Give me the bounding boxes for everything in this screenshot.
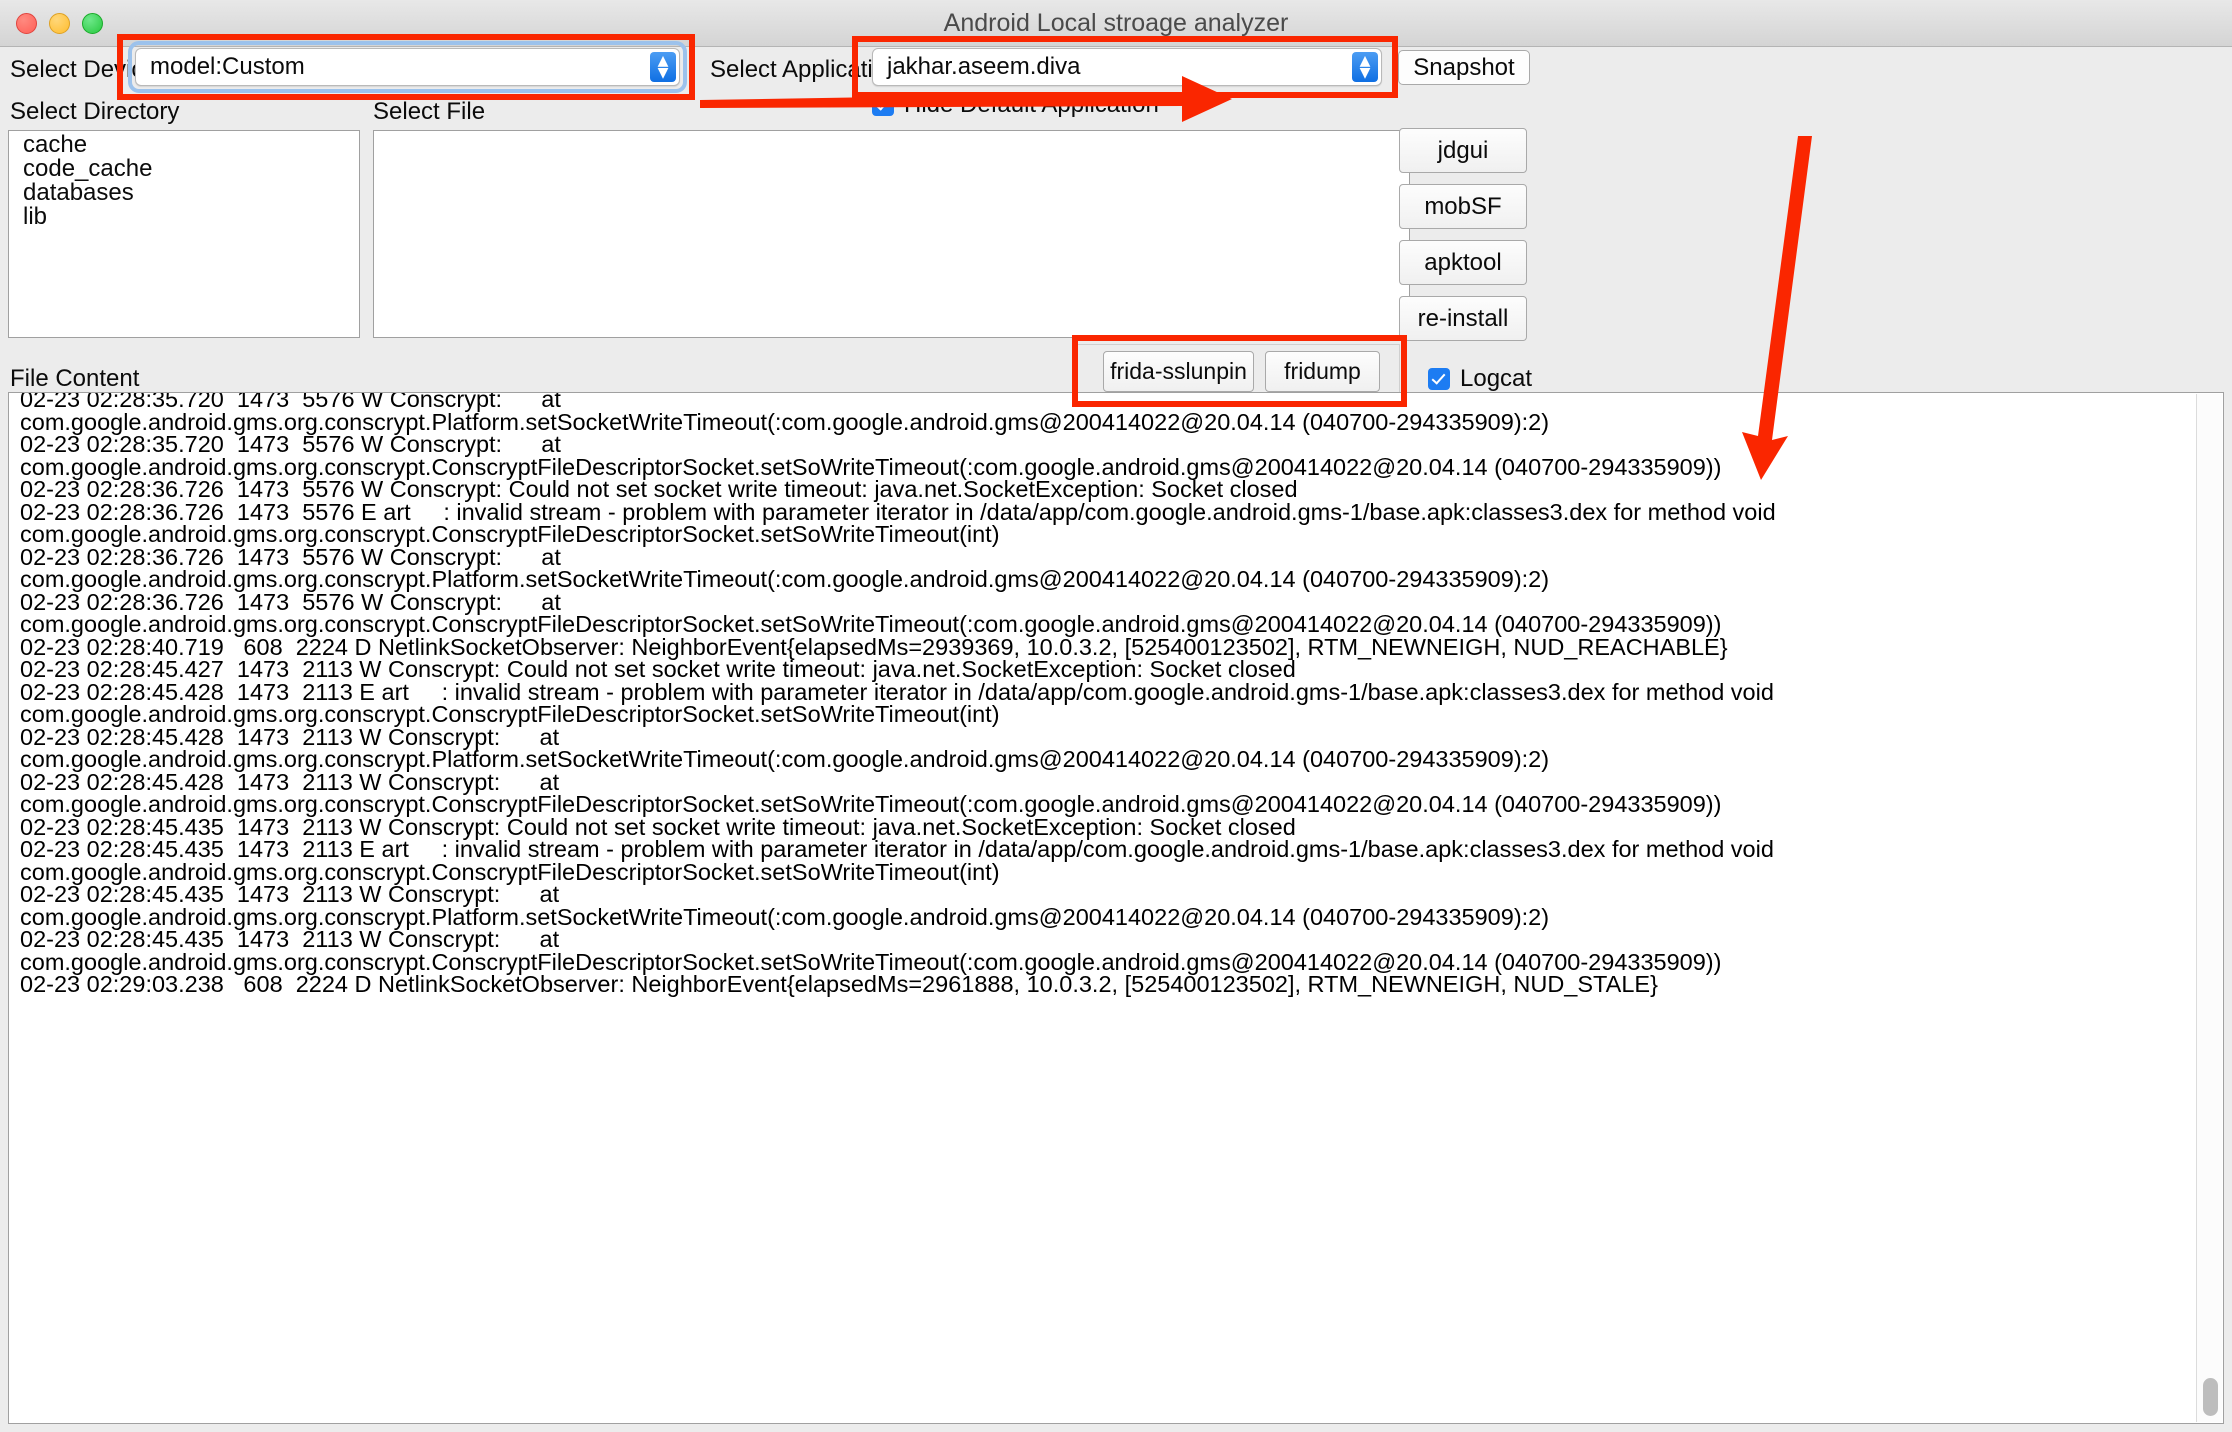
log-line: com.google.android.gms.org.conscrypt.Con… [20,791,1722,817]
application-combo-value: jakhar.aseem.diva [887,53,1081,80]
hide-default-application-checkbox[interactable]: Hide Default Application [872,91,1159,119]
window-title: Android Local stroage analyzer [943,9,1289,37]
log-line: com.google.android.gms.org.conscrypt.Pla… [20,903,1550,930]
log-line: com.google.android.gms.org.conscrypt.Pla… [20,566,1550,592]
log-line: 02-23 02:28:36.726 1473 5576 W Conscrypt… [20,476,1298,502]
log-line: 02-23 02:28:35.720 1473 5576 W Conscrypt… [20,392,561,412]
directory-list-item[interactable]: code_cache [9,157,359,181]
log-line: 02-23 02:28:45.435 1473 2113 W Conscrypt… [20,881,560,907]
device-combo-box[interactable]: model:Custom ▲ ▼ [135,48,680,86]
directory-list-item[interactable]: cache [9,133,359,157]
checkmark-icon[interactable] [1428,368,1450,390]
directory-list-rows: cache code_cache databases lib [9,131,359,229]
log-line: 02-23 02:28:36.726 1473 5576 W Conscrypt… [20,588,561,615]
log-line: 02-23 02:28:45.435 1473 2113 E art : inv… [20,836,1774,862]
re-install-button[interactable]: re-install [1399,296,1527,341]
log-line: 02-23 02:28:35.720 1473 5576 W Conscrypt… [20,431,561,457]
logcat-label: Logcat [1460,365,1533,392]
log-line: 02-23 02:28:36.726 1473 5576 W Conscrypt… [20,543,561,570]
log-line: com.google.android.gms.org.conscrypt.Con… [20,858,1000,885]
hide-default-application-label: Hide Default Application [904,91,1159,118]
apktool-button[interactable]: apktool [1399,240,1527,285]
mobsf-button[interactable]: mobSF [1399,184,1527,229]
frida-sslunpin-button[interactable]: frida-sslunpin [1103,351,1254,392]
log-line: 02-23 02:28:36.726 1473 5576 E art : inv… [20,498,1776,525]
snapshot-button[interactable]: Snapshot [1398,50,1530,85]
log-line: 02-23 02:28:45.428 1473 2113 W Conscrypt… [20,723,560,750]
scrollbar-thumb[interactable] [2203,1378,2218,1416]
log-line: 02-23 02:28:40.719 608 2224 D NetlinkSoc… [20,633,1728,660]
log-line: com.google.android.gms.org.conscrypt.Con… [20,701,1000,727]
file-content-label: File Content [10,365,140,392]
log-line: 02-23 02:28:45.428 1473 2113 W Conscrypt… [20,768,560,795]
log-line: com.google.android.gms.org.conscrypt.Con… [20,453,1722,480]
select-file-label: Select File [373,98,486,125]
device-combo-value: model:Custom [150,53,305,80]
application-combo-box[interactable]: jakhar.aseem.diva ▲ ▼ [872,48,1382,86]
logcat-checkbox[interactable]: Logcat [1428,365,1532,393]
log-line: 02-23 02:28:45.428 1473 2113 E art : inv… [20,678,1774,705]
directory-list-item[interactable]: databases [9,181,359,205]
log-line: com.google.android.gms.org.conscrypt.Pla… [20,746,1550,772]
file-list[interactable] [373,130,1410,338]
chevron-updown-icon[interactable]: ▲ ▼ [1352,52,1378,82]
log-line: 02-23 02:28:45.427 1473 2113 W Conscrypt… [20,656,1296,682]
log-line: 02-23 02:29:03.238 608 2224 D NetlinkSoc… [20,971,1658,997]
fridump-button[interactable]: fridump [1265,351,1380,392]
app-window: Android Local stroage analyzer Select De… [0,0,2232,1432]
log-line: com.google.android.gms.org.conscrypt.Pla… [20,408,1550,435]
jdgui-button[interactable]: jdgui [1399,128,1527,173]
directory-list-item[interactable]: lib [9,205,359,229]
directory-list[interactable]: cache code_cache databases lib [8,130,360,338]
log-output-text: 02-23 02:28:35.720 1473 5576 W Conscrypt… [20,392,2170,997]
log-line: com.google.android.gms.org.conscrypt.Con… [20,611,1722,637]
log-line: com.google.android.gms.org.conscrypt.Con… [20,948,1722,975]
log-line: 02-23 02:28:45.435 1473 2113 W Conscrypt… [20,926,560,952]
title-bar: Android Local stroage analyzer [0,0,2232,47]
log-line: com.google.android.gms.org.conscrypt.Con… [20,521,1000,547]
vertical-scrollbar[interactable] [2196,394,2222,1422]
checkmark-icon[interactable] [872,94,894,116]
log-line: 02-23 02:28:45.435 1473 2113 W Conscrypt… [20,813,1296,840]
file-content-panel[interactable]: 02-23 02:28:35.720 1473 5576 W Conscrypt… [8,392,2224,1424]
select-directory-label: Select Directory [10,98,180,125]
chevron-updown-icon[interactable]: ▲ ▼ [650,52,676,82]
